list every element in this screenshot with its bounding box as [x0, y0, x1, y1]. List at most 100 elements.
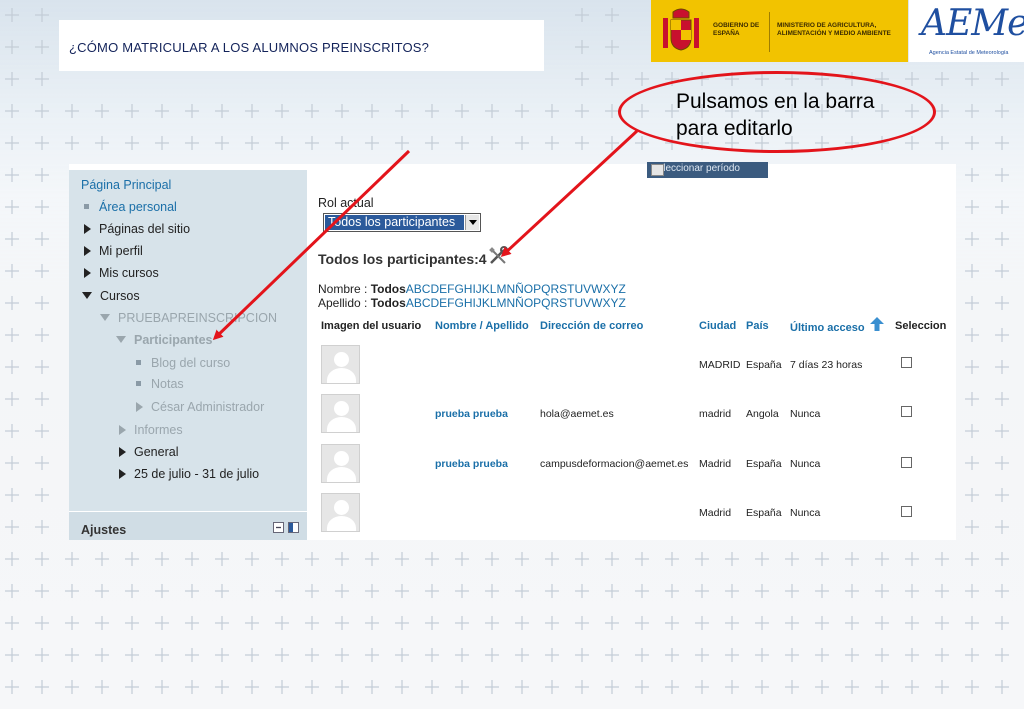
row-select-checkbox[interactable] [901, 406, 912, 417]
sidebar-item-label: 25 de julio - 31 de julio [134, 467, 260, 481]
sidebar-item-label: Informes [134, 423, 183, 437]
sidebar-item-site-pages[interactable]: Páginas del sitio [84, 222, 190, 236]
sidebar-item-label: Cursos [100, 289, 140, 303]
settings-block-header: Ajustes [69, 511, 307, 540]
filter-all-last[interactable]: Todos [371, 296, 406, 310]
dropdown-arrow-icon [651, 164, 664, 176]
role-label: Rol actual [318, 196, 374, 210]
row-city: madrid [699, 408, 732, 420]
row-last-access: Nunca [790, 507, 821, 519]
sidebar-item-label: César Administrador [151, 400, 265, 414]
sidebar-item-label: Blog del curso [151, 356, 231, 370]
callout-line-1: Pulsamos en la barra [676, 90, 875, 113]
collapse-arrow-icon [82, 292, 92, 299]
expand-arrow-icon [119, 447, 126, 457]
row-email: hola@aemet.es [540, 408, 614, 420]
sidebar-item-my-courses[interactable]: Mis cursos [84, 266, 159, 280]
callout-text: Pulsamos en la barra para editarlo [676, 88, 874, 142]
role-select-value: Todos los participantes [325, 215, 464, 230]
last-name-filter-label: Apellido : [318, 296, 371, 310]
sidebar-item-course[interactable]: PRUEBAPREINSCRIPCION [100, 311, 277, 325]
sidebar-item-label: General [134, 445, 179, 459]
row-country: España [746, 359, 782, 371]
ministry-label: MINISTERIO DE AGRICULTURA, ALIMENTACIÓN … [777, 22, 891, 37]
role-select[interactable]: Todos los participantes [323, 213, 481, 232]
sidebar-item-label: Mi perfil [99, 244, 143, 258]
row-country: España [746, 458, 782, 470]
settings-title: Ajustes [81, 523, 127, 537]
collapse-arrow-icon [116, 336, 126, 343]
row-last-access: Nunca [790, 458, 821, 470]
row-select-checkbox[interactable] [901, 457, 912, 468]
user-avatar[interactable] [321, 493, 360, 532]
column-header-image: Imagen del usuario [321, 320, 422, 332]
expand-arrow-icon [119, 425, 126, 435]
row-last-access: 7 días 23 horas [790, 359, 863, 371]
sidebar-item-label: Área personal [99, 200, 177, 214]
expand-arrow-icon [119, 469, 126, 479]
last-name-letters[interactable]: ABCDEFGHIJKLMNÑOPQRSTUVWXYZ [406, 296, 626, 310]
user-avatar[interactable] [321, 394, 360, 433]
bullet-icon [136, 381, 141, 386]
slide-title-box: ¿CÓMO MATRICULAR A LOS ALUMNOS PREINSCRI… [59, 20, 544, 71]
logo-divider [769, 12, 770, 52]
user-avatar[interactable] [321, 345, 360, 384]
sidebar-item-label: PRUEBAPREINSCRIPCION [118, 311, 278, 325]
period-select-button[interactable]: Seleccionar período [647, 162, 768, 178]
sidebar-item-courses[interactable]: Cursos [82, 289, 140, 303]
sidebar-item-label: Participantes [134, 333, 213, 347]
row-city: Madrid [699, 507, 732, 519]
row-country: España [746, 507, 782, 519]
collapse-arrow-icon [100, 314, 110, 321]
filter-all-first[interactable]: Todos [371, 282, 406, 296]
first-name-letters[interactable]: ABCDEFGHIJKLMNÑOPQRSTUVWXYZ [406, 282, 626, 296]
column-header-city[interactable]: Ciudad [699, 320, 736, 332]
collapse-dock-icon[interactable] [273, 522, 301, 534]
coat-of-arms-icon [663, 8, 699, 51]
sidebar-item-reports[interactable]: Informes [119, 423, 183, 437]
aemet-wordmark: AEMet [921, 3, 1024, 44]
row-select-checkbox[interactable] [901, 357, 912, 368]
column-header-country[interactable]: País [746, 320, 769, 332]
row-name[interactable]: prueba prueba [435, 408, 508, 420]
period-select-label: Seleccionar período [651, 163, 740, 174]
sidebar-item-week[interactable]: 25 de julio - 31 de julio [119, 467, 259, 481]
column-header-name[interactable]: Nombre / Apellido [435, 320, 529, 332]
sidebar-item-label: Páginas del sitio [99, 222, 191, 236]
row-select-checkbox[interactable] [901, 506, 912, 517]
aemet-subtitle: Agencia Estatal de Meteorología [929, 50, 1009, 56]
participants-heading: Todos los participantes:4 [318, 251, 487, 267]
sidebar-item-user[interactable]: César Administrador [136, 400, 264, 414]
column-header-last-access[interactable]: Último acceso [790, 322, 865, 334]
row-name[interactable]: prueba prueba [435, 458, 508, 470]
sort-ascending-icon[interactable] [869, 316, 885, 332]
sidebar-item-participants[interactable]: Participantes [116, 333, 213, 347]
expand-arrow-icon [136, 402, 143, 412]
row-email: campusdeformacion@aemet.es [540, 458, 689, 470]
column-header-email[interactable]: Dirección de correo [540, 320, 643, 332]
last-name-filter: Apellido : TodosABCDEFGHIJKLMNÑOPQRSTUVW… [318, 296, 626, 310]
sidebar-item-home[interactable]: Página Principal [81, 178, 171, 192]
user-avatar[interactable] [321, 444, 360, 483]
bullet-icon [136, 360, 141, 365]
column-header-select: Seleccion [895, 320, 947, 332]
aemet-logo: AEMet Agencia Estatal de Meteorología [909, 0, 1024, 62]
block-controls[interactable] [273, 522, 301, 537]
callout-line-2: para editarlo [676, 117, 793, 140]
edit-wrench-icon[interactable] [488, 246, 508, 266]
government-label: GOBIERNO DE ESPAÑA [713, 22, 760, 37]
expand-arrow-icon [84, 246, 91, 256]
sidebar-item-general[interactable]: General [119, 445, 178, 459]
sidebar-item-label: Mis cursos [99, 266, 159, 280]
first-name-filter: Nombre : TodosABCDEFGHIJKLMNÑOPQRSTUVWXY… [318, 282, 626, 296]
sidebar-item-dashboard[interactable]: Área personal [84, 200, 177, 214]
government-logo-strip: GOBIERNO DE ESPAÑA MINISTERIO DE AGRICUL… [651, 0, 908, 62]
sidebar-item-blog[interactable]: Blog del curso [136, 356, 230, 370]
sidebar-item-profile[interactable]: Mi perfil [84, 244, 143, 258]
first-name-filter-label: Nombre : [318, 282, 371, 296]
row-last-access: Nunca [790, 408, 821, 420]
slide-title: ¿CÓMO MATRICULAR A LOS ALUMNOS PREINSCRI… [69, 40, 430, 55]
sidebar-item-notes[interactable]: Notas [136, 377, 184, 391]
row-city: MADRID [699, 359, 741, 371]
row-city: Madrid [699, 458, 732, 470]
